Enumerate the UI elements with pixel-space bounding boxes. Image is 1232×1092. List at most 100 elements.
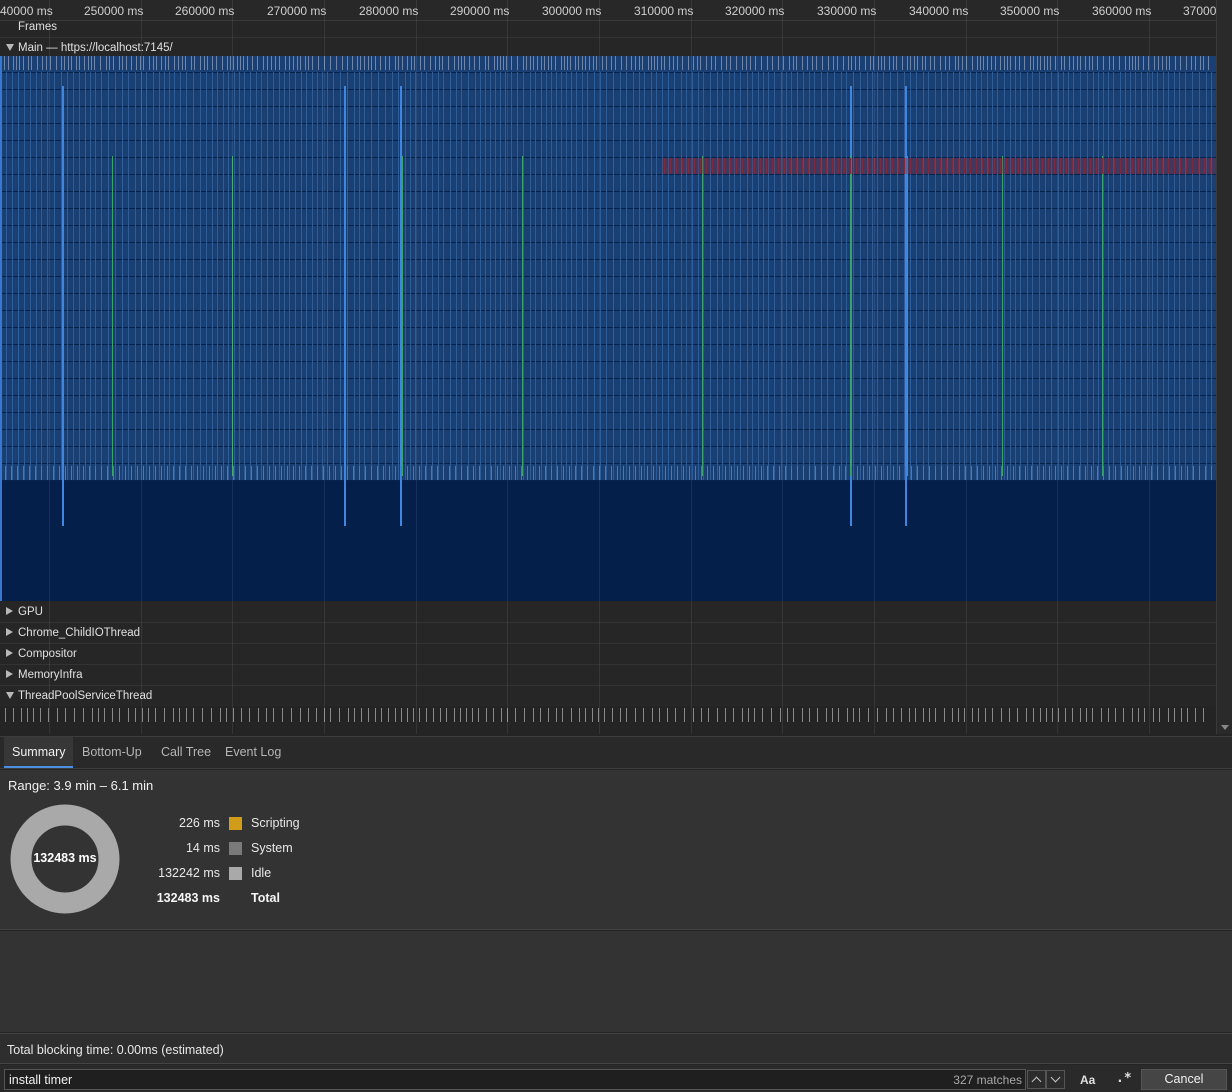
task-tick xyxy=(635,56,636,70)
tab-event-log[interactable]: Event Log xyxy=(217,737,289,768)
green-event-tick xyxy=(761,466,762,480)
call-stack-column xyxy=(193,72,194,480)
green-event-tick xyxy=(431,466,432,480)
scroll-down-arrow-icon[interactable] xyxy=(1221,725,1229,730)
task-tick xyxy=(1169,56,1170,70)
threadpool-event-tick xyxy=(65,708,66,722)
threadpool-event-tick xyxy=(684,708,685,722)
green-event-tick xyxy=(689,466,690,480)
green-event-tick xyxy=(947,466,948,480)
flame-row-band xyxy=(2,124,1216,140)
call-stack-column xyxy=(928,72,929,480)
green-event-tick xyxy=(251,466,252,480)
match-case-button[interactable]: Aa xyxy=(1080,1073,1095,1087)
call-stack-column xyxy=(976,72,977,480)
next-match-button[interactable] xyxy=(1046,1070,1065,1089)
threadpool-event-tick xyxy=(826,708,827,722)
green-event-tick xyxy=(515,466,516,480)
green-event-tick xyxy=(437,466,438,480)
regex-button[interactable]: .* xyxy=(1116,1071,1132,1086)
red-event-tick xyxy=(1108,158,1109,174)
green-event-tick xyxy=(1205,466,1206,480)
green-event-tick xyxy=(695,466,696,480)
task-tick xyxy=(398,56,399,70)
red-event-tick xyxy=(1066,158,1067,174)
green-event-tick xyxy=(551,466,552,480)
call-stack-column xyxy=(571,72,572,480)
tab-call-tree[interactable]: Call Tree xyxy=(153,737,219,768)
legend-total-value: 132483 ms xyxy=(156,891,220,905)
gpu-track-header[interactable]: GPU xyxy=(0,602,1216,623)
search-input[interactable] xyxy=(4,1069,1026,1090)
task-tick xyxy=(50,56,51,70)
collapse-triangle-icon[interactable] xyxy=(6,628,13,636)
tab-summary[interactable]: Summary xyxy=(4,737,74,768)
threadpool-event-tick xyxy=(929,708,930,722)
expand-triangle-icon[interactable] xyxy=(6,692,14,699)
collapse-triangle-icon[interactable] xyxy=(6,670,13,678)
call-stack-column xyxy=(239,72,240,480)
green-event-tick xyxy=(863,466,864,480)
threadpool-event-tick xyxy=(847,708,848,722)
task-tick xyxy=(71,56,72,70)
task-tick xyxy=(207,56,208,70)
task-tick xyxy=(165,56,166,70)
red-event-tick xyxy=(1174,158,1175,174)
ruler-tick: 340000 ms xyxy=(909,4,969,18)
flame-chart-canvas[interactable] xyxy=(2,56,1216,601)
task-tick xyxy=(79,56,80,70)
red-event-tick xyxy=(1006,158,1007,174)
childio-track-header[interactable]: Chrome_ChildIOThread xyxy=(0,623,1216,644)
red-event-tick xyxy=(1186,158,1187,174)
vertical-scrollbar[interactable] xyxy=(1216,0,1232,734)
ruler-tick: 260000 ms xyxy=(175,4,235,18)
task-tick xyxy=(1125,56,1126,70)
threadpool-event-tick xyxy=(771,708,772,722)
green-event-tick xyxy=(1139,466,1140,480)
call-stack-column xyxy=(159,72,160,480)
grid-line xyxy=(1149,0,1150,734)
flame-row-band xyxy=(2,73,1216,89)
legend-category: System xyxy=(251,841,293,855)
main-thread-flame-chart[interactable] xyxy=(0,56,1216,601)
threadpool-track-header[interactable]: ThreadPoolServiceThread xyxy=(0,686,1216,707)
frames-track[interactable]: Frames xyxy=(0,21,1216,38)
call-stack-column xyxy=(443,72,444,480)
task-tick xyxy=(174,56,175,70)
threadpool-event-tick xyxy=(548,708,549,722)
expand-triangle-icon[interactable] xyxy=(6,44,14,51)
timeline-ruler[interactable]: 40000 ms 250000 ms 260000 ms 270000 ms 2… xyxy=(0,0,1232,21)
main-track-label: Main — https://localhost:7145/ xyxy=(18,42,173,54)
task-tick xyxy=(995,56,996,70)
compositor-track-header[interactable]: Compositor xyxy=(0,644,1216,665)
cancel-button[interactable]: Cancel xyxy=(1141,1069,1227,1090)
task-tick xyxy=(602,56,603,70)
green-event-tick xyxy=(383,466,384,480)
threadpool-event-tick xyxy=(1101,708,1102,722)
threadpool-track-lane[interactable] xyxy=(0,706,1216,724)
call-stack-column xyxy=(1125,72,1126,480)
call-stack-column xyxy=(867,72,868,480)
green-event-tick xyxy=(839,466,840,480)
task-tick xyxy=(285,56,286,70)
frames-track-label: Frames xyxy=(18,21,57,33)
task-tick xyxy=(1180,56,1181,70)
legend-row-scripting: 226 ms Scripting xyxy=(0,816,400,834)
call-stack-column xyxy=(180,72,181,480)
threadpool-event-tick xyxy=(1058,708,1059,722)
collapse-triangle-icon[interactable] xyxy=(6,649,13,657)
green-event-tick xyxy=(785,466,786,480)
task-tick xyxy=(424,56,425,70)
tab-bottom-up[interactable]: Bottom-Up xyxy=(74,737,150,768)
call-stack-column xyxy=(668,72,669,480)
call-stack-column xyxy=(267,72,268,480)
green-event-tick xyxy=(5,466,6,480)
memoryinfra-track-header[interactable]: MemoryInfra xyxy=(0,665,1216,686)
previous-match-button[interactable] xyxy=(1027,1070,1046,1089)
green-event-tick xyxy=(407,466,408,480)
call-stack-column xyxy=(392,72,393,480)
collapse-triangle-icon[interactable] xyxy=(6,607,13,615)
threadpool-event-tick xyxy=(330,708,331,722)
call-stack-column xyxy=(54,72,55,480)
green-event-tick xyxy=(647,466,648,480)
